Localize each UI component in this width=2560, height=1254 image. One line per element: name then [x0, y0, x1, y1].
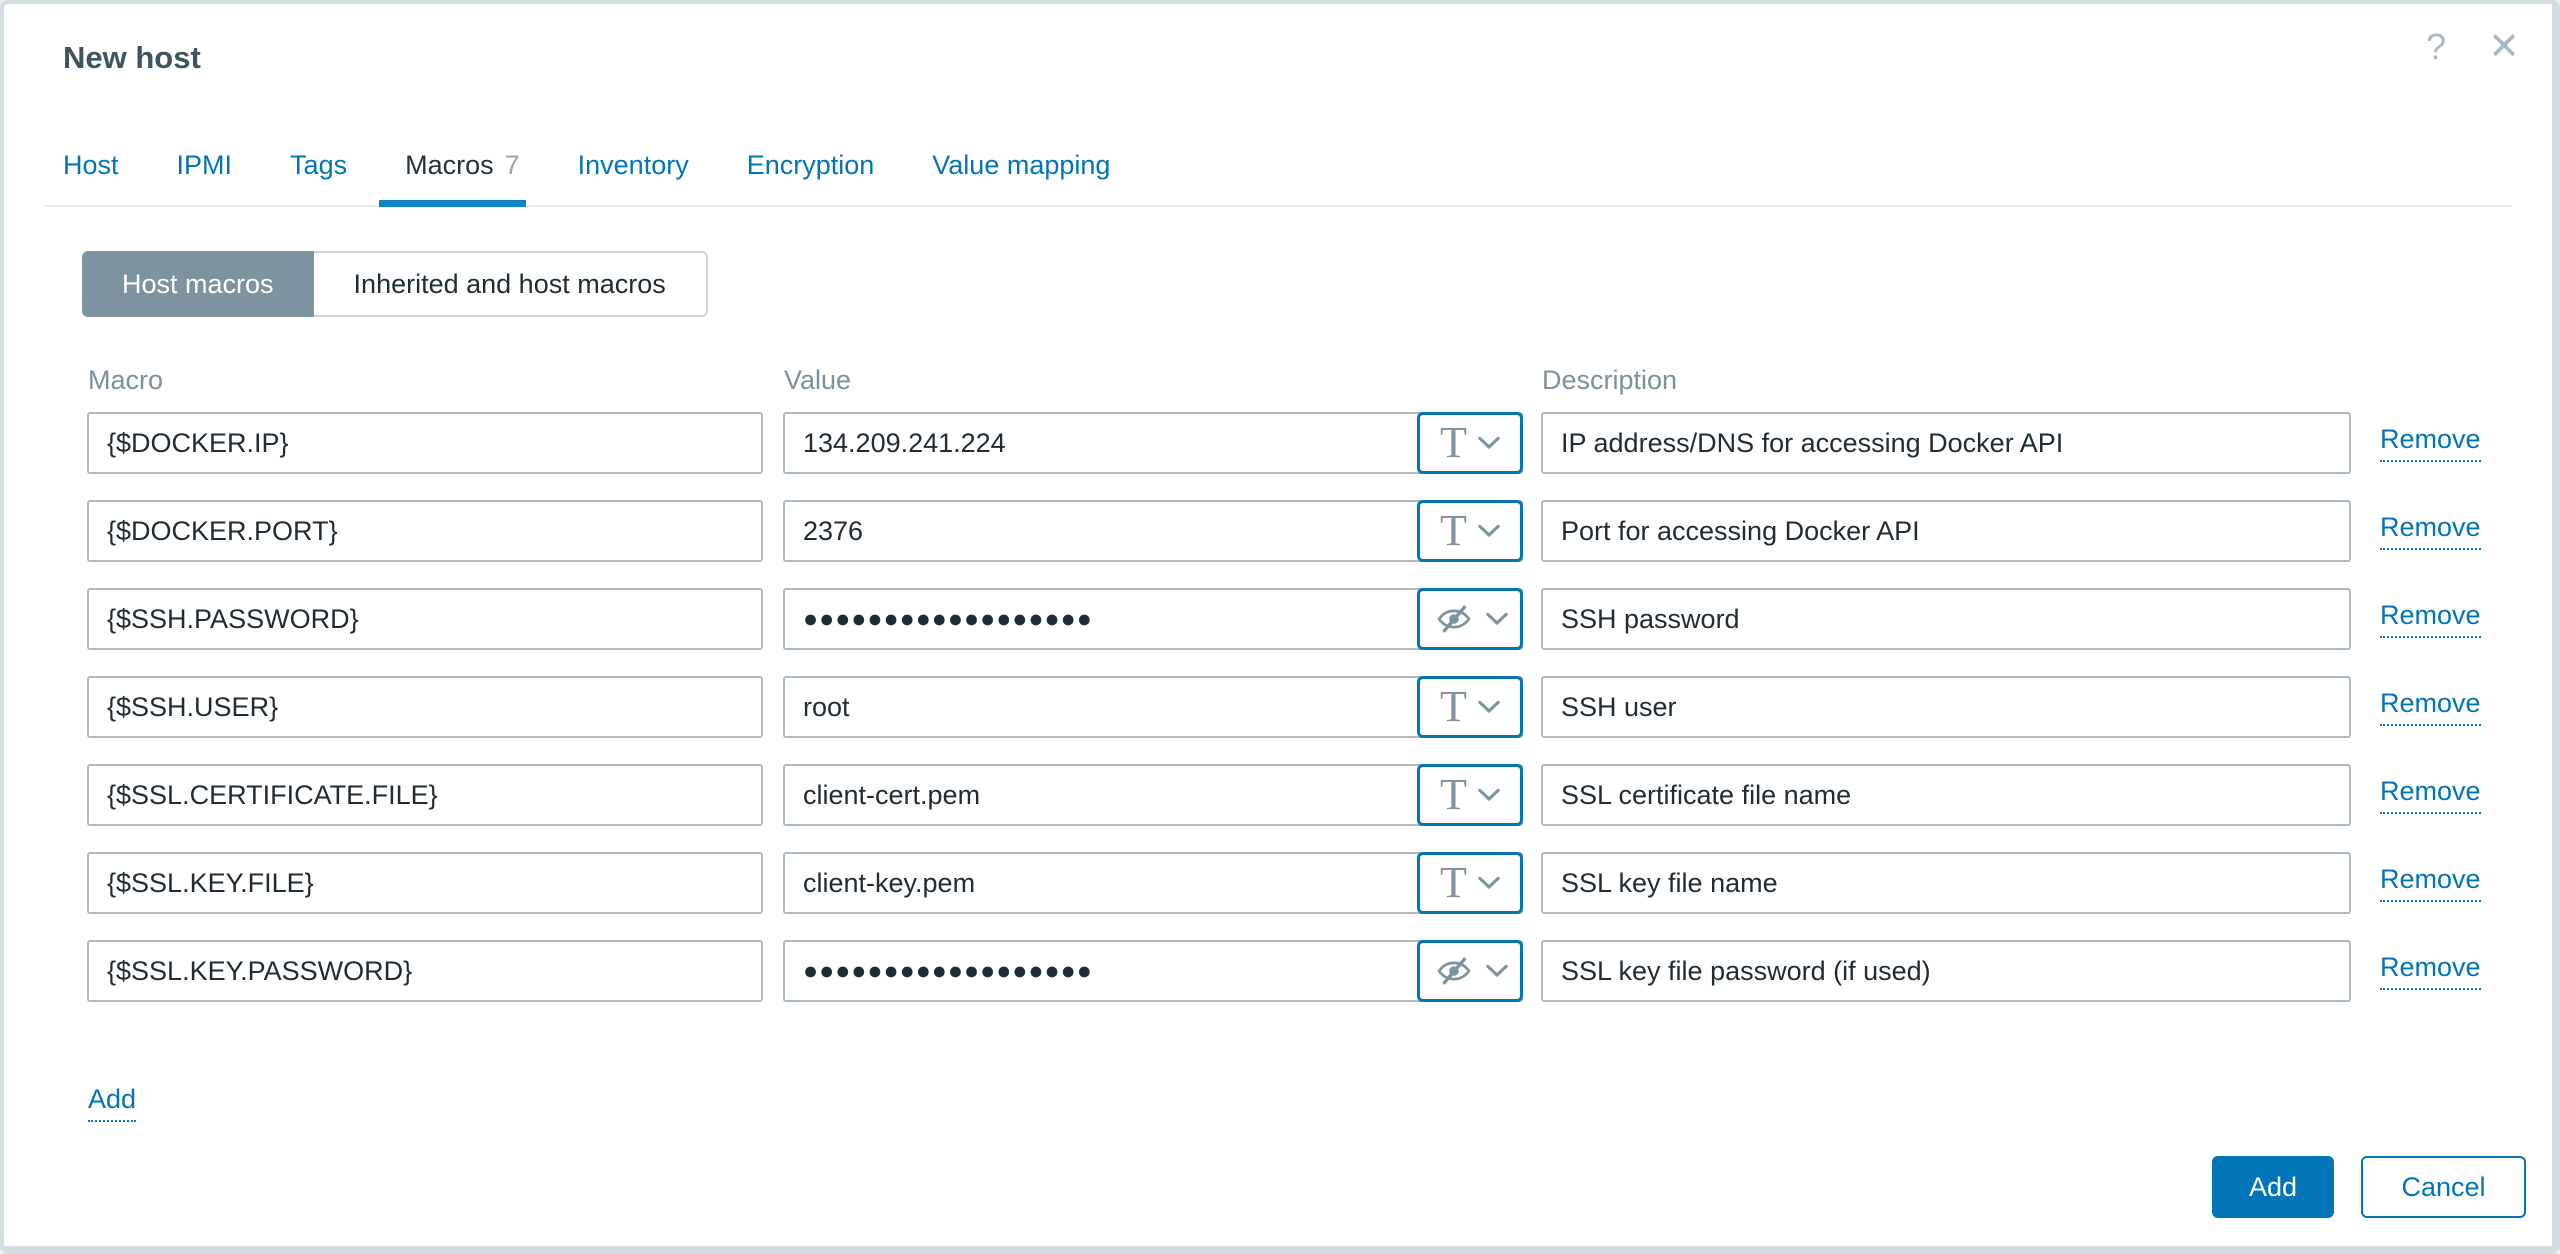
chevron-down-icon [1486, 612, 1508, 626]
chevron-down-icon [1478, 788, 1500, 802]
macro-value-group: T [783, 412, 1523, 474]
remove-row-link[interactable]: Remove [2380, 952, 2481, 990]
cancel-button[interactable]: Cancel [2361, 1156, 2526, 1218]
close-icon[interactable]: ✕ [2488, 28, 2520, 66]
macro-description-input[interactable] [1541, 676, 2351, 738]
column-header-value: Value [784, 365, 1542, 396]
add-button[interactable]: Add [2212, 1156, 2334, 1218]
macro-description-input[interactable] [1541, 500, 2351, 562]
dialog-header-icons: ? ✕ [2426, 26, 2520, 68]
add-row-link[interactable]: Add [88, 1084, 136, 1122]
macro-value-input[interactable] [783, 412, 1523, 474]
macro-value-input[interactable] [783, 852, 1523, 914]
eye-slash-icon [1433, 953, 1475, 989]
macro-name-input[interactable] [87, 676, 763, 738]
macro-description-input[interactable] [1541, 852, 2351, 914]
new-host-dialog: New host ? ✕ Host IPMI Tags Macros7 Inve… [0, 0, 2560, 1254]
tab-macros[interactable]: Macros7 [405, 138, 520, 205]
text-type-icon: T [1440, 421, 1467, 465]
table-row: T Remove [87, 940, 2552, 1002]
text-type-icon: T [1440, 773, 1467, 817]
text-type-icon: T [1440, 685, 1467, 729]
chevron-down-icon [1478, 700, 1500, 714]
column-header-description: Description [1542, 365, 2552, 396]
tab-tags[interactable]: Tags [290, 138, 347, 205]
remove-row-link[interactable]: Remove [2380, 688, 2481, 726]
macro-name-input[interactable] [87, 588, 763, 650]
value-type-dropdown-button[interactable]: T [1417, 412, 1523, 474]
table-row: T Remove [87, 852, 2552, 914]
remove-row-link[interactable]: Remove [2380, 424, 2481, 462]
value-type-dropdown-button[interactable]: T [1417, 500, 1523, 562]
macro-value-group: T [783, 588, 1523, 650]
macro-description-input[interactable] [1541, 940, 2351, 1002]
macro-value-input[interactable] [783, 676, 1523, 738]
remove-row-link[interactable]: Remove [2380, 864, 2481, 902]
macro-name-input[interactable] [87, 500, 763, 562]
value-type-dropdown-button[interactable]: T [1417, 852, 1523, 914]
macro-name-input[interactable] [87, 852, 763, 914]
help-icon[interactable]: ? [2426, 26, 2446, 68]
tab-ipmi[interactable]: IPMI [177, 138, 233, 205]
column-header-macro: Macro [88, 365, 784, 396]
tab-inventory[interactable]: Inventory [578, 138, 689, 205]
value-type-dropdown-button[interactable]: T [1417, 940, 1523, 1002]
toggle-inherited-and-host-macros[interactable]: Inherited and host macros [314, 251, 708, 317]
macro-name-input[interactable] [87, 940, 763, 1002]
macro-value-input[interactable] [783, 588, 1523, 650]
table-row: T Remove [87, 500, 2552, 562]
tab-bar: Host IPMI Tags Macros7 Inventory Encrypt… [44, 138, 2512, 207]
text-type-icon: T [1440, 861, 1467, 905]
chevron-down-icon [1478, 876, 1500, 890]
macro-name-input[interactable] [87, 764, 763, 826]
remove-row-link[interactable]: Remove [2380, 776, 2481, 814]
macro-description-input[interactable] [1541, 764, 2351, 826]
macro-description-input[interactable] [1541, 412, 2351, 474]
macro-name-input[interactable] [87, 412, 763, 474]
tab-value-mapping[interactable]: Value mapping [932, 138, 1110, 205]
toggle-host-macros[interactable]: Host macros [82, 251, 314, 317]
remove-row-link[interactable]: Remove [2380, 512, 2481, 550]
macro-value-group: T [783, 764, 1523, 826]
table-row: T Remove [87, 764, 2552, 826]
macros-table: T Remove T [87, 412, 2552, 1002]
macro-value-input[interactable] [783, 940, 1523, 1002]
macro-value-group: T [783, 852, 1523, 914]
value-type-dropdown-button[interactable]: T [1417, 588, 1523, 650]
macro-description-input[interactable] [1541, 588, 2351, 650]
dialog-footer: Add Cancel [2212, 1156, 2526, 1218]
macro-value-group: T [783, 940, 1523, 1002]
chevron-down-icon [1478, 436, 1500, 450]
table-row: T Remove [87, 676, 2552, 738]
remove-row-link[interactable]: Remove [2380, 600, 2481, 638]
tab-host[interactable]: Host [63, 138, 119, 205]
macro-value-group: T [783, 676, 1523, 738]
table-column-headers: Macro Value Description [88, 365, 2552, 396]
value-type-dropdown-button[interactable]: T [1417, 676, 1523, 738]
macros-count-badge: 7 [505, 150, 520, 180]
value-type-dropdown-button[interactable]: T [1417, 764, 1523, 826]
macro-value-group: T [783, 500, 1523, 562]
text-type-icon: T [1440, 509, 1467, 553]
table-row: T Remove [87, 412, 2552, 474]
eye-slash-icon [1433, 601, 1475, 637]
chevron-down-icon [1486, 964, 1508, 978]
tab-encryption[interactable]: Encryption [747, 138, 875, 205]
macro-value-input[interactable] [783, 764, 1523, 826]
table-row: T Remove [87, 588, 2552, 650]
chevron-down-icon [1478, 524, 1500, 538]
macro-view-toggle: Host macros Inherited and host macros [82, 251, 708, 317]
macro-value-input[interactable] [783, 500, 1523, 562]
page-title: New host [63, 40, 2552, 76]
